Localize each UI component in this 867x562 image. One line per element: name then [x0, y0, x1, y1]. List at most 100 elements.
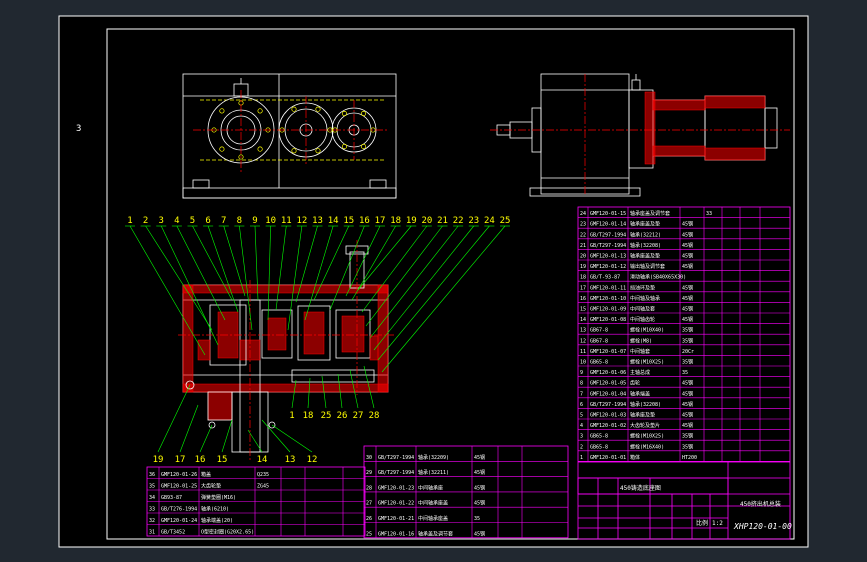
table-cell: 45钢 [682, 380, 693, 387]
table-cell: 25 [366, 531, 372, 537]
table-cell: 35钢 [682, 443, 693, 450]
table-cell: 8 [580, 381, 583, 387]
table-cell: 35 [682, 370, 688, 376]
table-cell: GB/T297-1994 [590, 402, 626, 408]
table-cell: 轴承座盖及调节套 [630, 210, 670, 217]
callout-27: 27 [353, 411, 364, 421]
callout-16: 16 [195, 455, 206, 465]
callout-17: 17 [375, 216, 386, 226]
table-cell: 28 [366, 485, 372, 491]
table-cell: GB/T-93-87 [590, 275, 620, 281]
table-cell: GB/T297-1994 [590, 232, 626, 238]
table-cell: 轴承(32209) [418, 454, 449, 461]
callout-15: 15 [217, 455, 228, 465]
table-cell: 31 [149, 530, 155, 536]
table-cell: 7 [580, 391, 583, 397]
table-cell: GMF120-01-12 [590, 264, 626, 270]
callout-3: 3 [159, 216, 164, 226]
table-cell: 挡油环及垫 [630, 284, 655, 291]
callout-25: 25 [321, 411, 332, 421]
table-cell: 中间轴套 [630, 348, 650, 355]
callout-28: 28 [369, 411, 380, 421]
table-cell: 35钢 [682, 433, 693, 440]
table-cell: 30 [366, 455, 372, 461]
table-cell: GB/T297-1994 [378, 455, 414, 461]
table-cell: 轴承座盖及垫 [630, 253, 660, 260]
table-cell: GMF120-01-25 [161, 484, 197, 490]
table-cell: 中间轴承座 [418, 484, 443, 491]
table-cell: 45钢 [682, 221, 693, 228]
callout-8: 8 [237, 216, 242, 226]
callout-13: 13 [285, 455, 296, 465]
table-cell: 轴承座盖及垫 [630, 221, 660, 228]
table-cell: GMF120-01-23 [378, 485, 414, 491]
callout-16: 16 [359, 216, 370, 226]
table-cell: 3 [580, 434, 583, 440]
table-cell: GMF120-01-22 [378, 501, 414, 507]
table-cell: HT200 [682, 455, 697, 461]
table-cell: 33 [149, 507, 155, 513]
table-cell: 45钢 [474, 454, 485, 461]
table-cell: 输出轴及调节套 [630, 263, 665, 270]
table-cell: 中间轴齿轮 [630, 316, 655, 323]
table-cell: 轴承(32208) [630, 242, 661, 249]
table-cell: GMF120-01-05 [590, 381, 626, 387]
table-cell: 15 [580, 307, 586, 313]
drawing-title: 450挤出机总装 [740, 500, 781, 508]
table-cell: 轴承端盖(20) [201, 517, 233, 524]
table-cell: 33 [706, 211, 712, 217]
table-cell: 45钢 [474, 469, 485, 476]
callout-19: 19 [153, 455, 164, 465]
table-cell: 32 [149, 518, 155, 524]
table-cell: 6 [580, 402, 583, 408]
table-cell: 17 [580, 285, 586, 291]
table-cell: 45钢 [474, 484, 485, 491]
table-cell: GMF120-01-10 [590, 296, 626, 302]
table-cell: 35钢 [682, 359, 693, 366]
table-cell: 45钢 [682, 242, 693, 249]
table-cell: 45钢 [682, 306, 693, 313]
table-cell: GMF120-01-15 [590, 211, 626, 217]
callout-7: 7 [221, 216, 226, 226]
table-cell: 35钢 [682, 337, 693, 344]
table-cell: 中间轴承座盖 [418, 500, 448, 507]
table-cell: 34 [149, 495, 155, 501]
table-cell: GB65-8 [590, 444, 608, 450]
table-cell: 大齿轮及垫片 [630, 422, 660, 429]
table-cell: 24 [580, 211, 586, 217]
table-cell: GMF120-01-13 [590, 254, 626, 260]
table-cell: ZG45 [257, 484, 269, 490]
table-cell: 中间轴及轴承 [630, 295, 660, 302]
table-cell: 轴承(32212) [630, 231, 661, 238]
table-cell: Q235 [257, 472, 269, 478]
table-cell: 45钢 [474, 500, 485, 507]
table-cell: GB93-87 [161, 495, 182, 501]
table-cell: 轴承端盖 [630, 390, 650, 397]
table-cell: 14 [580, 317, 586, 323]
callout-1: 1 [127, 216, 132, 226]
callout-14: 14 [328, 216, 339, 226]
table-cell: GMF120-01-03 [590, 413, 626, 419]
table-cell: GMF120-01-08 [590, 317, 626, 323]
table-cell: 11 [580, 349, 586, 355]
table-cell: 轴承座及垫 [630, 412, 655, 419]
callout-18: 18 [303, 411, 314, 421]
table-cell: GB65-8 [590, 434, 608, 440]
table-cell: 18 [580, 275, 586, 281]
callout-19: 19 [406, 216, 417, 226]
table-cell: 20Cr [682, 349, 694, 355]
table-cell: 轴承盖及调节套 [418, 530, 453, 537]
table-cell: 螺栓(M10X25) [630, 433, 664, 440]
scale-label: 比例 [696, 519, 708, 527]
table-cell: GB67-8 [590, 328, 608, 334]
table-cell: GB67-8 [590, 338, 608, 344]
table-cell: 13 [580, 328, 586, 334]
table-cell: 16 [580, 296, 586, 302]
table-cell: 45钢 [682, 231, 693, 238]
table-cell: 26 [366, 516, 372, 522]
callout-4: 4 [174, 216, 179, 226]
table-cell: 轴承(32208) [630, 401, 661, 408]
callout-14: 14 [257, 455, 268, 465]
table-cell: 45钢 [682, 253, 693, 260]
callout-10: 10 [265, 216, 276, 226]
